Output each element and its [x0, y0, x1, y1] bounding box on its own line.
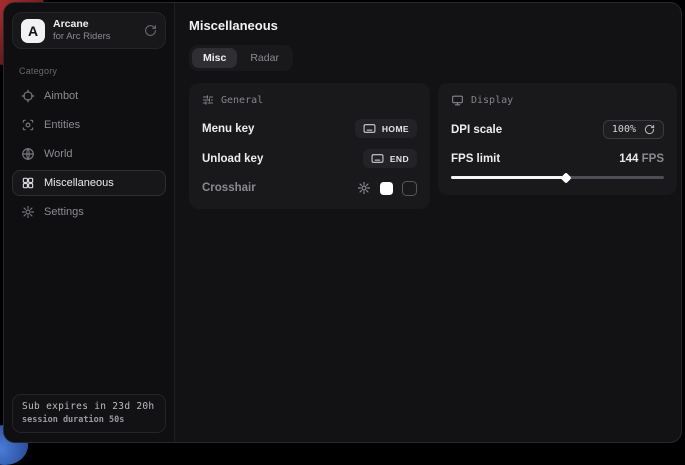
- sidebar: A Arcane for Arc Riders Category Aimbot …: [4, 3, 175, 442]
- sub-expires-text: Sub expires in 23d 20h: [22, 401, 156, 412]
- fps-slider-fill: [451, 176, 566, 179]
- unload-key-row: Unload key END: [202, 149, 417, 168]
- unload-key-bind-button[interactable]: END: [363, 149, 417, 168]
- crosshair-controls: [357, 181, 417, 196]
- grid-icon: [21, 176, 35, 190]
- fps-unit: FPS: [642, 153, 664, 165]
- menu-key-bind-button[interactable]: HOME: [355, 119, 417, 138]
- unload-key-value: END: [390, 154, 409, 164]
- display-card-title: Display: [471, 95, 513, 106]
- brand-text: Arcane for Arc Riders: [53, 18, 111, 43]
- page-title: Miscellaneous: [189, 18, 677, 33]
- display-card: Display DPI scale 100% FPS limit 144 FPS: [438, 83, 677, 195]
- general-card-title: General: [221, 95, 263, 106]
- dpi-scale-value: 100%: [612, 124, 636, 135]
- category-label: Category: [19, 66, 166, 76]
- sidebar-item-entities[interactable]: Entities: [12, 112, 166, 138]
- unload-key-label: Unload key: [202, 153, 263, 165]
- refresh-icon[interactable]: [644, 124, 655, 135]
- dpi-scale-control[interactable]: 100%: [603, 120, 664, 139]
- tab-radar[interactable]: Radar: [239, 48, 290, 68]
- fps-limit-row: FPS limit 144 FPS: [451, 150, 664, 168]
- fps-number: 144: [619, 153, 638, 165]
- fps-limit-slider[interactable]: [451, 172, 664, 183]
- sidebar-item-label: Aimbot: [44, 90, 78, 102]
- sidebar-item-world[interactable]: World: [12, 141, 166, 167]
- crosshair-color-swatch[interactable]: [380, 182, 393, 195]
- sidebar-item-label: World: [44, 148, 73, 160]
- cards-row: General Menu key HOME Unload key: [189, 83, 677, 209]
- app-subtitle: for Arc Riders: [53, 31, 111, 43]
- menu-key-row: Menu key HOME: [202, 119, 417, 138]
- crosshair-row: Crosshair: [202, 179, 417, 197]
- sidebar-item-aimbot[interactable]: Aimbot: [12, 83, 166, 109]
- entities-scan-icon: [21, 118, 35, 132]
- monitor-icon: [451, 94, 464, 107]
- tab-bar: Misc Radar: [189, 45, 293, 71]
- brand-card: A Arcane for Arc Riders: [12, 12, 166, 49]
- sliders-icon: [202, 94, 214, 106]
- app-logo: A: [21, 19, 45, 43]
- globe-icon: [21, 147, 35, 161]
- keyboard-icon: [363, 123, 376, 134]
- dpi-scale-label: DPI scale: [451, 124, 502, 136]
- app-name: Arcane: [53, 18, 111, 31]
- crosshair-checkbox[interactable]: [402, 181, 417, 196]
- session-duration-text: session duration 50s: [22, 415, 156, 425]
- dpi-scale-row: DPI scale 100%: [451, 120, 664, 139]
- crosshair-label: Crosshair: [202, 182, 256, 194]
- gear-icon: [21, 205, 35, 219]
- display-card-header: Display: [451, 94, 664, 107]
- subscription-info-card: Sub expires in 23d 20h session duration …: [12, 394, 166, 433]
- fps-limit-value: 144 FPS: [619, 153, 664, 165]
- general-card: General Menu key HOME Unload key: [189, 83, 430, 209]
- crosshair-icon: [21, 89, 35, 103]
- sidebar-item-label: Entities: [44, 119, 80, 131]
- general-card-header: General: [202, 94, 417, 106]
- fps-slider-thumb[interactable]: [560, 172, 571, 183]
- refresh-icon[interactable]: [144, 24, 157, 37]
- sidebar-item-label: Miscellaneous: [44, 177, 114, 189]
- crosshair-settings-gear-icon[interactable]: [357, 181, 371, 195]
- tab-misc[interactable]: Misc: [192, 48, 237, 68]
- keyboard-icon: [371, 153, 384, 164]
- app-window: A Arcane for Arc Riders Category Aimbot …: [3, 2, 682, 443]
- sidebar-item-settings[interactable]: Settings: [12, 199, 166, 225]
- menu-key-label: Menu key: [202, 123, 254, 135]
- sidebar-item-miscellaneous[interactable]: Miscellaneous: [12, 170, 166, 196]
- main-content: Miscellaneous Misc Radar General Menu ke…: [175, 3, 682, 442]
- fps-limit-label: FPS limit: [451, 153, 500, 165]
- sidebar-item-label: Settings: [44, 206, 84, 218]
- menu-key-value: HOME: [382, 124, 409, 134]
